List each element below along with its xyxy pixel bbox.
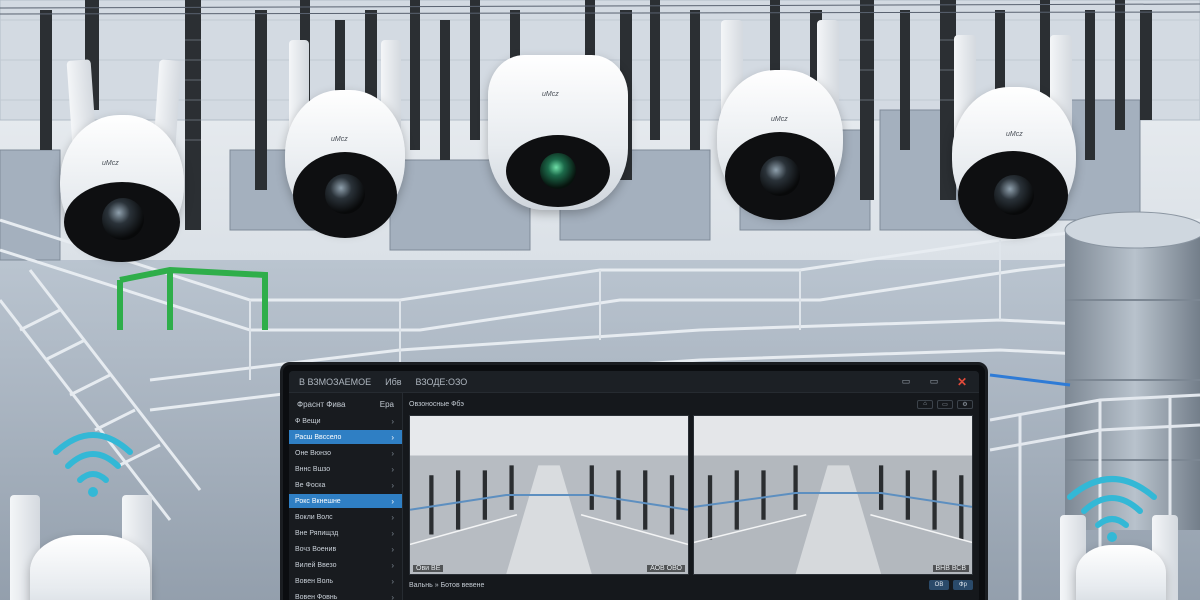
- sidebar-item[interactable]: Вилей Ввезо ›: [289, 558, 402, 572]
- camera-feed[interactable]: ВНВ ВСВ: [693, 415, 973, 575]
- sidebar-item-label: Оне Вюнзо: [295, 449, 331, 457]
- sidebar-item-label: Вочз Военив: [295, 545, 337, 553]
- sidebar-header-title: Фраснт Фива: [297, 400, 346, 409]
- security-camera: [10, 495, 160, 600]
- sidebar-item[interactable]: Расш Ввссело ›: [289, 430, 402, 444]
- app-body: Фраснт Фива Ера Ф Вещи › Расш Ввссело › Оне …: [289, 393, 979, 600]
- sidebar-item[interactable]: Вне Ряпищзд ›: [289, 526, 402, 540]
- home-icon[interactable]: ⌂: [917, 399, 933, 409]
- security-camera: uMcz: [950, 35, 1080, 245]
- live-view-panel: Овзоносные Фбэ ⌂ ▭ ⚙ Ови ВЕ АОВ ОВО ВНВ …: [403, 393, 979, 600]
- live-view-footer: Вальнь » Ботов вевене ОВ Фр: [409, 580, 973, 590]
- sidebar-item[interactable]: Оне Вюнзо ›: [289, 446, 402, 460]
- footer-button[interactable]: ОВ: [929, 580, 949, 590]
- camera-dome: [1076, 545, 1166, 600]
- camera-lens: [540, 153, 576, 189]
- sidebar-item[interactable]: Ве Фоска ›: [289, 478, 402, 492]
- titlebar-item[interactable]: ВЗОДЕ:ОЗО: [416, 377, 468, 387]
- feed-label: ВНВ ВСВ: [932, 565, 969, 572]
- wifi-icon: [1067, 476, 1157, 542]
- camera-feeds: Ови ВЕ АОВ ОВО ВНВ ВСВ: [409, 415, 973, 575]
- sidebar-item-label: Вне Ряпищзд: [295, 529, 339, 537]
- security-camera: uMcz: [488, 55, 628, 215]
- sidebar-item[interactable]: Вокли Волс ›: [289, 510, 402, 524]
- sidebar-item[interactable]: Вочз Военив ›: [289, 542, 402, 556]
- sidebar-item-label: Вовен Фовнь: [295, 593, 338, 600]
- wifi-icon: [53, 432, 133, 497]
- camera-brand: uMcz: [331, 136, 348, 143]
- camera-brand: uMcz: [102, 160, 119, 167]
- chevron-right-icon: ›: [391, 416, 394, 426]
- chevron-right-icon: ›: [391, 496, 394, 506]
- chevron-right-icon: ›: [391, 544, 394, 554]
- feed-image: [410, 416, 688, 574]
- sidebar-item[interactable]: Вовен Фовнь ›: [289, 590, 402, 600]
- sidebar-item-label: Вокли Волс: [295, 513, 333, 521]
- breadcrumb[interactable]: Вальнь » Ботов вевене: [409, 582, 484, 589]
- sidebar-item[interactable]: Вовен Воль ›: [289, 574, 402, 588]
- security-camera: uMcz: [715, 20, 845, 225]
- chevron-right-icon: ›: [391, 576, 394, 586]
- sidebar-header-action[interactable]: Ера: [380, 400, 394, 409]
- feed-label: АОВ ОВО: [647, 565, 685, 572]
- sidebar-item[interactable]: Рокс Вкнешне ›: [289, 494, 402, 508]
- chevron-right-icon: ›: [391, 480, 394, 490]
- maximize-icon[interactable]: ▭: [927, 376, 941, 388]
- camera-lens: [994, 175, 1034, 215]
- view-tools: ⌂ ▭ ⚙: [917, 399, 973, 409]
- chevron-right-icon: ›: [391, 512, 394, 522]
- minimize-icon[interactable]: ▭: [899, 376, 913, 388]
- settings-icon[interactable]: ⚙: [957, 399, 973, 409]
- sidebar-item-label: Вннс Вшзо: [295, 465, 331, 473]
- sidebar-items: Ф Вещи › Расш Ввссело › Оне Вюнзо › Вннс Вшзо ›…: [289, 414, 402, 600]
- camera-lens: [760, 156, 800, 196]
- live-view-header: Овзоносные Фбэ ⌂ ▭ ⚙: [409, 397, 973, 411]
- layout-icon[interactable]: ▭: [937, 399, 953, 409]
- camera-dome: [30, 535, 150, 600]
- security-camera: uMcz: [283, 40, 408, 250]
- sidebar-item-label: Вилей Ввезо: [295, 561, 337, 569]
- app-titlebar: B ВЗМОЗАЕМОЕ Ибв ВЗОДЕ:ОЗО ▭ ▭ ✕: [289, 371, 979, 393]
- security-camera: uMcz: [58, 59, 188, 270]
- chevron-right-icon: ›: [391, 464, 394, 474]
- chevron-right-icon: ›: [391, 560, 394, 570]
- sidebar-item-label: Расш Ввссело: [295, 433, 342, 441]
- camera-brand: uMcz: [542, 91, 559, 98]
- sidebar-item-label: Ф Вещи: [295, 417, 321, 425]
- camera-lens: [102, 198, 144, 240]
- live-view-title: Овзоносные Фбэ: [409, 400, 464, 408]
- vms-screen: B ВЗМОЗАЕМОЕ Ибв ВЗОДЕ:ОЗО ▭ ▭ ✕ Фраснт …: [289, 371, 979, 600]
- chevron-right-icon: ›: [391, 592, 394, 600]
- feed-label: Ови ВЕ: [413, 565, 444, 572]
- camera-lens: [325, 174, 365, 214]
- sidebar-item[interactable]: Ф Вещи ›: [289, 414, 402, 428]
- feed-image: [694, 416, 972, 574]
- sidebar-item-label: Вовен Воль: [295, 577, 334, 585]
- camera-brand: uMcz: [771, 116, 788, 123]
- monitoring-laptop: B ВЗМОЗАЕМОЕ Ибв ВЗОДЕ:ОЗО ▭ ▭ ✕ Фраснт …: [280, 362, 988, 600]
- footer-button[interactable]: Фр: [953, 580, 973, 590]
- chevron-right-icon: ›: [391, 432, 394, 442]
- chevron-right-icon: ›: [391, 448, 394, 458]
- sidebar-header: Фраснт Фива Ера: [289, 397, 402, 412]
- sidebar-item[interactable]: Вннс Вшзо ›: [289, 462, 402, 476]
- camera-feed[interactable]: Ови ВЕ АОВ ОВО: [409, 415, 689, 575]
- sidebar-item-label: Рокс Вкнешне: [295, 497, 341, 505]
- titlebar-item[interactable]: B ВЗМОЗАЕМОЕ: [299, 377, 371, 387]
- camera-list-sidebar: Фраснт Фива Ера Ф Вещи › Расш Ввссело › Оне …: [289, 393, 403, 600]
- sidebar-item-label: Ве Фоска: [295, 481, 326, 489]
- camera-brand: uMcz: [1006, 131, 1023, 138]
- footer-buttons: ОВ Фр: [929, 580, 973, 590]
- titlebar-item[interactable]: Ибв: [385, 377, 401, 387]
- close-icon[interactable]: ✕: [955, 375, 969, 389]
- chevron-right-icon: ›: [391, 528, 394, 538]
